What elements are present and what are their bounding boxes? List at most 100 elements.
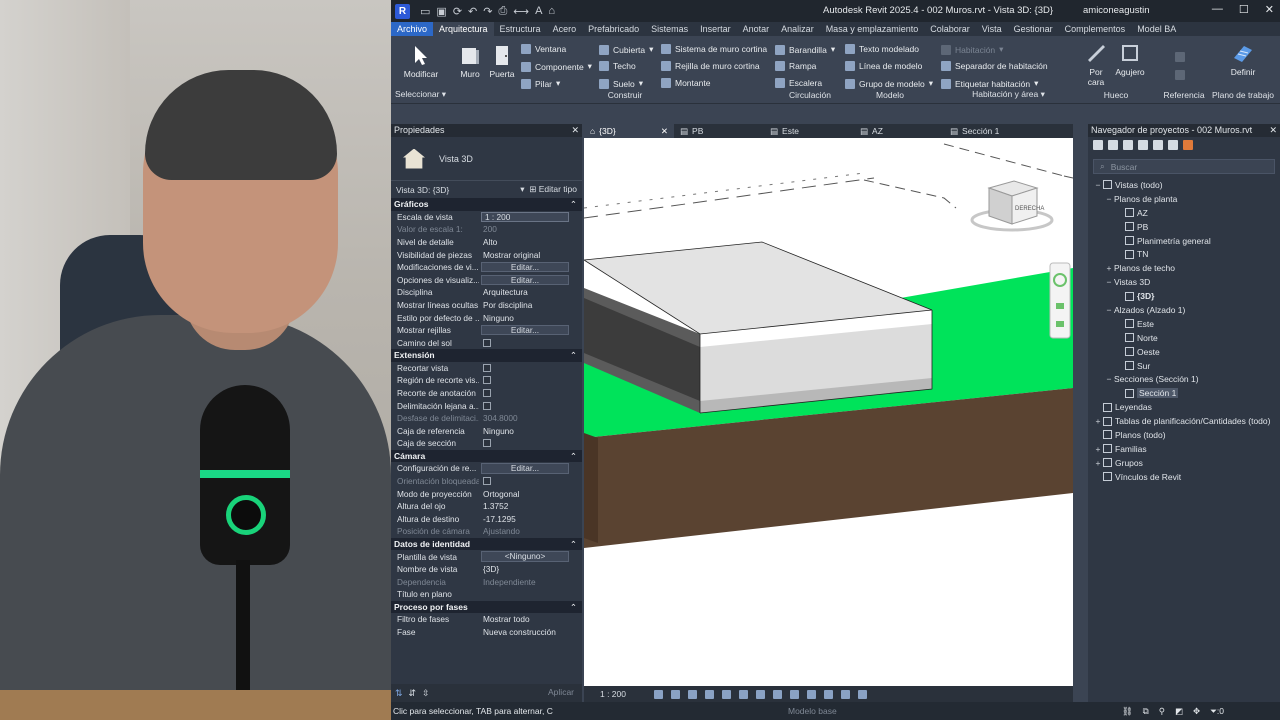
tree-node[interactable]: + Tablas de planificación/Cantidades (tod… [1088, 414, 1280, 428]
tab-analizar[interactable]: Analizar [775, 22, 820, 36]
close-browser-icon[interactable]: ✕ [1269, 124, 1277, 137]
render-icon[interactable] [722, 689, 731, 699]
tree-node[interactable]: Planimetría general [1088, 234, 1280, 248]
viewcube[interactable]: DERECHA [970, 180, 1054, 232]
tab-prefabricado[interactable]: Prefabricado [582, 22, 645, 36]
tree-node[interactable]: Vínculos de Revit [1088, 470, 1280, 484]
property-value[interactable]: Mostrar todo [479, 614, 582, 624]
instance-selector[interactable]: Vista 3D: {3D} [396, 185, 449, 195]
collapse-icon[interactable]: ⇳ [422, 688, 430, 699]
browser-search[interactable]: ⌕ Buscar [1093, 159, 1275, 174]
property-value[interactable]: {3D} [479, 564, 582, 574]
section-header[interactable]: Extensión ⌃ [391, 349, 582, 362]
user-name[interactable]: amiconeagustin [1083, 5, 1150, 16]
curtain-system-button[interactable]: Sistema de muro cortina [661, 44, 767, 54]
property-value[interactable]: Ninguno [479, 313, 582, 323]
tree-node[interactable]: + Grupos [1088, 456, 1280, 470]
collapse-icon[interactable]: − [1104, 374, 1114, 384]
expand-icon[interactable]: + [1104, 263, 1114, 273]
lock-view-icon[interactable] [773, 689, 782, 699]
select-underlay-icon[interactable]: ⧉ [1143, 706, 1149, 717]
undo-icon[interactable]: ↶ [468, 5, 477, 18]
floor-button[interactable]: Suelo ▾ [599, 78, 643, 89]
property-checkbox[interactable] [483, 338, 491, 347]
tab-anotar[interactable]: Anotar [737, 22, 776, 36]
open-icon[interactable]: ▭ [420, 5, 430, 18]
reveal-hidden-icon[interactable] [807, 689, 816, 699]
highlight-icon[interactable] [858, 689, 867, 699]
tree-node[interactable]: − Alzados (Alzado 1) [1088, 303, 1280, 317]
property-edit-button[interactable]: Editar... [481, 463, 569, 474]
tab-complementos[interactable]: Complementos [1059, 22, 1132, 36]
section-header[interactable]: Cámara ⌃ [391, 449, 582, 463]
tree-node[interactable]: Sección 1 [1088, 386, 1280, 400]
show-crop-icon[interactable] [756, 689, 765, 699]
print-icon[interactable]: ⎙ [498, 5, 507, 18]
minimize-button[interactable]: — [1212, 3, 1223, 16]
edit-type-button[interactable]: ▾ ⊞ Editar tipo [520, 184, 577, 195]
property-input[interactable]: 1 : 200 [481, 211, 569, 223]
collapse-chevron-icon[interactable]: ⌃ [570, 198, 577, 211]
section-header[interactable]: Datos de identidad ⌃ [391, 537, 582, 551]
active-design-option[interactable]: Modelo base [788, 706, 837, 716]
analytical-icon[interactable] [841, 689, 850, 699]
collapse-icon[interactable]: − [1104, 194, 1114, 204]
tab-model-ba[interactable]: Model BA [1131, 22, 1182, 36]
sync-icon[interactable]: ⟳ [453, 5, 462, 18]
browser-tool-3-icon[interactable] [1123, 140, 1133, 150]
tree-node[interactable]: PB [1088, 220, 1280, 234]
collapse-icon[interactable]: − [1104, 277, 1114, 287]
close-button[interactable]: ✕ [1265, 3, 1274, 16]
detail-level-icon[interactable] [654, 689, 663, 699]
section-header[interactable]: Proceso por fases ⌃ [391, 600, 582, 614]
property-edit-button[interactable]: Editar... [481, 274, 569, 286]
view-tab[interactable]: ▤ Sección 1 [944, 124, 1034, 138]
tree-node[interactable]: {3D} [1088, 289, 1280, 303]
property-value[interactable]: 1.3752 [479, 501, 582, 511]
browser-tool-6-icon[interactable] [1168, 140, 1178, 150]
grid-button[interactable] [1175, 52, 1185, 62]
measure-icon[interactable]: ⟷ [513, 5, 529, 18]
tree-node[interactable]: TN [1088, 247, 1280, 261]
mullion-button[interactable]: Montante [661, 78, 710, 88]
property-checkbox[interactable] [483, 376, 491, 385]
tree-node[interactable]: Norte [1088, 331, 1280, 345]
ref-plane-button[interactable] [1175, 70, 1185, 80]
tree-node[interactable]: − Vistas 3D [1088, 275, 1280, 289]
property-value[interactable]: Ninguno [479, 426, 582, 436]
tree-node[interactable]: Sur [1088, 359, 1280, 373]
ramp-button[interactable]: Rampa [775, 61, 816, 71]
browser-tool-4-icon[interactable] [1138, 140, 1148, 150]
model-text-button[interactable]: Texto modelado [845, 44, 919, 54]
crop-view-icon[interactable] [739, 689, 748, 699]
tree-node[interactable]: − Secciones (Sección 1) [1088, 372, 1280, 386]
collapse-chevron-icon[interactable]: ⌃ [570, 538, 577, 551]
window-button[interactable]: Ventana [521, 44, 566, 54]
redo-icon[interactable]: ↷ [483, 5, 492, 18]
column-button[interactable]: Pilar ▾ [521, 78, 560, 89]
maximize-button[interactable]: ☐ [1239, 3, 1249, 16]
select-links-icon[interactable]: ⛓ [1122, 706, 1133, 717]
tree-node[interactable]: + Familias [1088, 442, 1280, 456]
model-group-button[interactable]: Grupo de modelo ▾ [845, 78, 933, 89]
3d-viewport[interactable]: DERECHA [584, 138, 1073, 686]
set-workplane-button[interactable]: Definir [1225, 42, 1261, 77]
by-face-button[interactable]: Por cara [1081, 42, 1111, 87]
browser-tool-1-icon[interactable] [1093, 140, 1103, 150]
property-edit-button[interactable]: Editar... [481, 261, 569, 273]
view-scale[interactable]: 1 : 200 [600, 689, 626, 699]
worksharing-icon[interactable] [824, 689, 833, 699]
door-button[interactable]: Puerta [487, 44, 517, 79]
select-pinned-icon[interactable]: ⚲ [1159, 706, 1165, 717]
collapse-chevron-icon[interactable]: ⌃ [570, 450, 577, 463]
filter-icon[interactable]: ⏷:0 [1210, 706, 1224, 717]
tree-node[interactable]: Leyendas [1088, 400, 1280, 414]
view-tab[interactable]: ▤ Este [764, 124, 854, 138]
stair-button[interactable]: Escalera [775, 78, 822, 88]
select-dropdown[interactable]: Seleccionar ▾ [391, 89, 451, 100]
property-checkbox[interactable] [483, 439, 491, 448]
tab-gestionar[interactable]: Gestionar [1008, 22, 1059, 36]
tab-arquitectura[interactable]: Arquitectura [433, 22, 494, 36]
tab-archivo[interactable]: Archivo [391, 22, 434, 36]
property-edit-button[interactable]: <Ninguno> [481, 551, 569, 562]
